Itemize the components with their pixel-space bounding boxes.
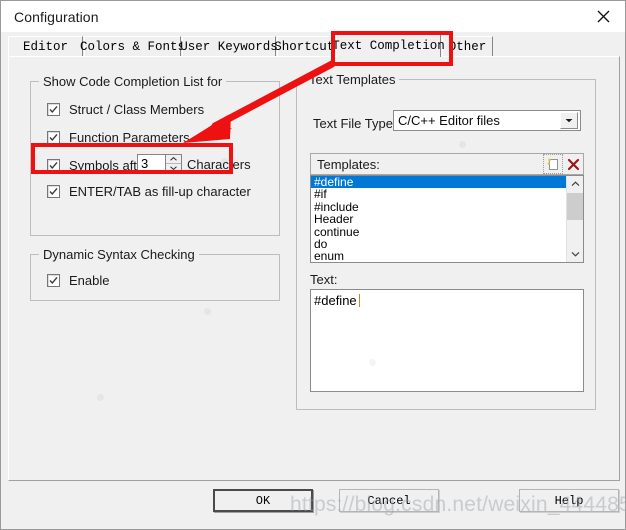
checkbox-enter-tab-fillup[interactable]: ENTER/TAB as fill-up character — [47, 182, 251, 200]
tab-user-keywords[interactable]: User Keywords — [180, 36, 278, 56]
tab-strip: Editor Colors & Fonts User Keywords Shor… — [8, 34, 620, 57]
group-title-text-templates: Text Templates — [305, 72, 400, 87]
text-caret — [358, 294, 360, 307]
list-item[interactable]: #define — [311, 176, 566, 188]
cancel-button[interactable]: Cancel — [339, 489, 439, 512]
checkbox-checked-icon — [47, 158, 60, 172]
list-item[interactable]: continue — [311, 225, 566, 238]
checkbox-struct-class-members[interactable]: Struct / Class Members — [47, 100, 204, 118]
group-title-dynamic-syntax-checking: Dynamic Syntax Checking — [39, 247, 199, 262]
tab-colors-and-fonts[interactable]: Colors & Fonts — [80, 36, 185, 56]
symbols-after-suffix-label: Characters — [187, 157, 251, 172]
chevron-up-icon[interactable] — [567, 176, 583, 192]
template-text-value: #define — [314, 293, 357, 308]
title-bar: Configuration — [1, 1, 625, 32]
dialog-button-bar: OK Cancel Help — [1, 481, 625, 529]
text-file-types-label: Text File Types: — [313, 116, 404, 131]
chevron-up-icon[interactable] — [166, 155, 181, 164]
stepper-buttons — [165, 154, 182, 173]
text-file-types-value: C/C++ Editor files — [398, 113, 500, 128]
templates-scrollbar[interactable] — [566, 176, 583, 262]
chevron-down-icon[interactable] — [166, 164, 181, 172]
chevron-down-icon[interactable] — [567, 246, 583, 262]
help-button[interactable]: Help — [519, 489, 619, 512]
checkbox-label: ENTER/TAB as fill-up character — [69, 183, 251, 199]
speck — [204, 308, 211, 315]
symbols-after-value[interactable]: 3 — [137, 154, 165, 173]
tab-text-completion[interactable]: Text Completion — [332, 34, 445, 57]
template-text-editor[interactable]: #define — [310, 289, 584, 392]
tab-other[interactable]: Other — [442, 36, 493, 56]
checkbox-label: Enable — [69, 272, 110, 288]
ok-button[interactable]: OK — [213, 489, 313, 512]
group-title-show-code-completion: Show Code Completion List for — [39, 74, 227, 89]
new-document-icon[interactable] — [543, 154, 563, 174]
checkbox-label: Function Parameters — [69, 129, 190, 145]
checkbox-symbols-after[interactable]: Symbols after — [47, 156, 148, 174]
close-icon[interactable] — [581, 1, 625, 32]
templates-items: #define #if #include Header continue do … — [311, 176, 566, 262]
red-x-icon[interactable] — [563, 154, 583, 174]
checkbox-checked-icon — [47, 273, 60, 287]
checkbox-checked-icon — [47, 130, 60, 144]
scrollbar-thumb[interactable] — [567, 193, 583, 220]
text-label: Text: — [310, 272, 338, 287]
checkbox-checked-icon — [47, 102, 60, 116]
group-dynamic-syntax-checking: Dynamic Syntax Checking Enable — [30, 247, 280, 301]
symbols-after-stepper[interactable]: 3 — [137, 154, 182, 173]
list-item[interactable]: do — [311, 238, 566, 251]
checkbox-label: Struct / Class Members — [69, 101, 205, 117]
group-text-templates: Text Templates Text File Types: C/C++ Ed… — [296, 72, 596, 410]
tab-editor[interactable]: Editor — [8, 36, 83, 56]
templates-listbox[interactable]: #define #if #include Header continue do … — [310, 175, 584, 263]
speck — [97, 394, 104, 401]
list-item[interactable]: enum — [311, 250, 566, 262]
templates-toolbar: Templates: — [310, 153, 584, 175]
chevron-down-icon[interactable] — [560, 112, 578, 129]
list-item[interactable]: Header — [311, 213, 566, 226]
checkbox-checked-icon — [47, 184, 60, 198]
templates-label: Templates: — [317, 156, 380, 172]
list-item[interactable]: #if — [311, 188, 566, 201]
group-show-code-completion-list: Show Code Completion List for Struct / C… — [30, 74, 280, 236]
checkbox-function-parameters[interactable]: Function Parameters — [47, 128, 190, 146]
text-file-types-select[interactable]: C/C++ Editor files — [393, 110, 581, 131]
checkbox-enable-syntax-checking[interactable]: Enable — [47, 271, 109, 289]
window-title: Configuration — [14, 9, 99, 25]
tab-page-text-completion: Show Code Completion List for Struct / C… — [8, 56, 620, 481]
configuration-dialog: Configuration Editor Colors & Fonts User… — [0, 0, 626, 530]
